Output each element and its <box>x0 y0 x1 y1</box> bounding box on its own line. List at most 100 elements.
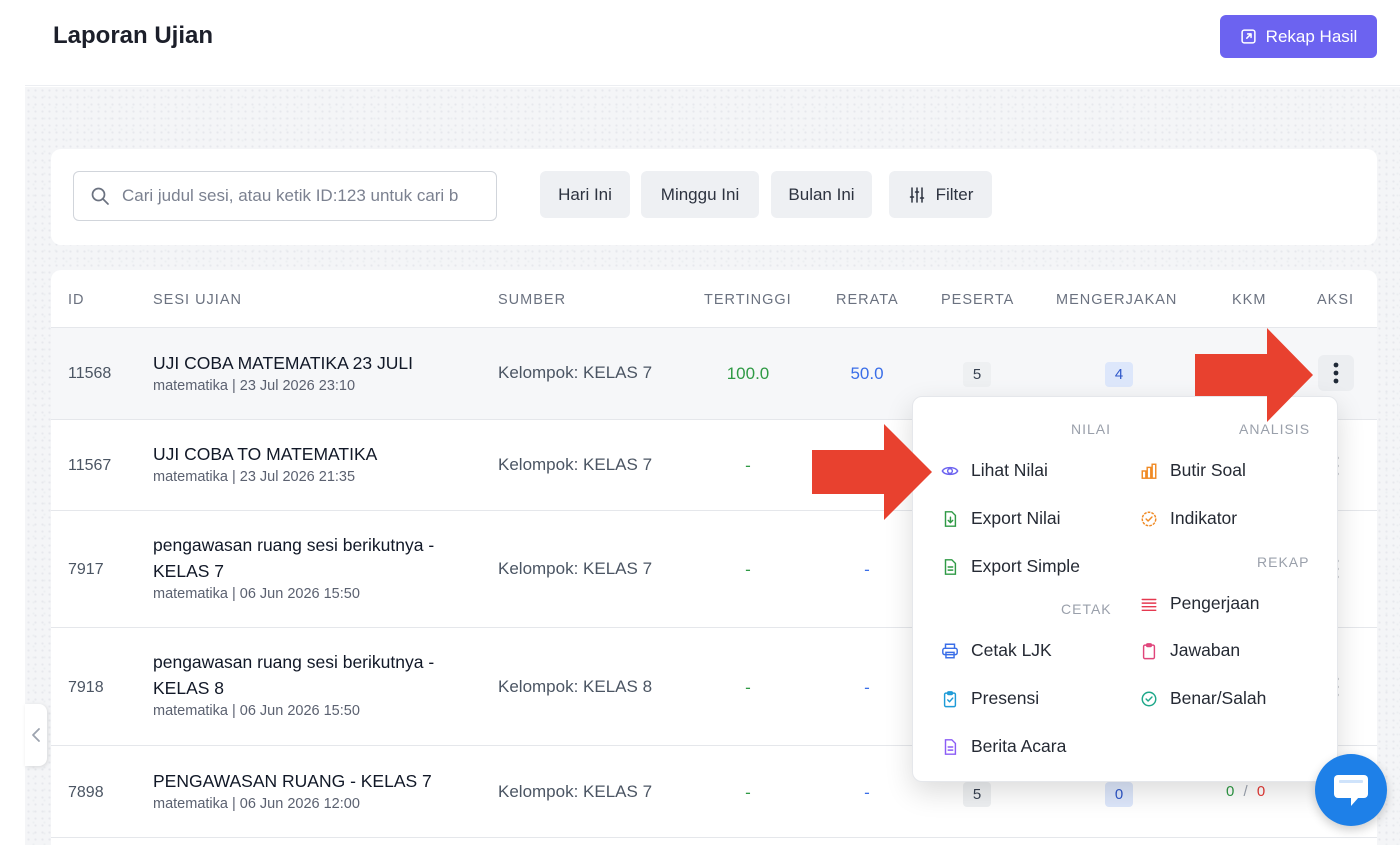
highest-score: - <box>745 560 751 579</box>
eye-icon <box>941 466 959 475</box>
clipboard-check-icon <box>943 690 957 707</box>
external-link-icon <box>1241 29 1256 44</box>
session-meta: matematika | 06 Jun 2026 12:00 <box>153 796 360 812</box>
search-icon <box>91 187 109 205</box>
col-sesi-ujian: SESI UJIAN <box>153 292 242 308</box>
session-title[interactable]: pengawasan ruang sesi berikutnya - KELAS… <box>153 649 473 701</box>
filter-card: Hari Ini Minggu Ini Bulan Ini Filter <box>51 149 1377 245</box>
menu-item-presensi[interactable]: Presensi <box>941 688 1039 709</box>
jawaban-label: Jawaban <box>1170 640 1241 660</box>
participants-badge: 5 <box>963 362 991 387</box>
filter-button[interactable]: Filter <box>889 171 992 218</box>
col-peserta: PESERTA <box>941 292 1015 308</box>
average-score: - <box>864 560 870 579</box>
filter-label: Filter <box>935 184 974 204</box>
indikator-label: Indikator <box>1170 508 1238 528</box>
presensi-label: Presensi <box>971 688 1040 708</box>
menu-item-benar-salah[interactable]: Benar/Salah <box>1140 688 1266 709</box>
col-tertinggi: TERTINGGI <box>704 292 792 308</box>
chip-minggu-ini[interactable]: Minggu Ini <box>641 171 759 218</box>
kkm-value: 0 / 0 <box>1226 783 1265 800</box>
session-title[interactable]: PENGAWASAN RUANG - KELAS 7 <box>153 768 473 794</box>
source: Kelompok: KELAS 7 <box>498 455 653 474</box>
col-aksi: AKSI <box>1317 292 1355 308</box>
menu-heading-cetak: CETAK <box>1061 601 1112 617</box>
menu-item-indikator[interactable]: Indikator <box>1140 508 1237 529</box>
session-meta: matematika | 06 Jun 2026 15:50 <box>153 586 360 602</box>
session-meta: matematika | 23 Jul 2026 23:10 <box>153 378 356 394</box>
search-box[interactable] <box>73 171 497 221</box>
participants-badge: 5 <box>963 782 991 807</box>
export-nilai-label: Export Nilai <box>971 508 1061 528</box>
chip-hari-ini[interactable]: Hari Ini <box>540 171 630 218</box>
menu-heading-nilai: NILAI <box>1071 421 1112 437</box>
list-icon <box>1141 598 1157 611</box>
row-id: 7918 <box>68 679 104 696</box>
row-id: 7917 <box>68 561 104 578</box>
rekap-hasil-label: Rekap Hasil <box>1265 26 1358 46</box>
sidebar-toggle[interactable] <box>25 704 47 766</box>
file-text-icon <box>944 558 957 575</box>
annotation-arrow-right-icon <box>812 424 932 520</box>
col-mengerjakan: MENGERJAKAN <box>1056 292 1178 308</box>
actions-dropdown: NILAI ANALISIS REKAP CETAK Lihat Nilai E… <box>912 396 1338 782</box>
cetak-ljk-label: Cetak LJK <box>971 640 1052 660</box>
session-title[interactable]: UJI COBA MATEMATIKA 23 JULI <box>153 350 473 376</box>
session-cell: PENGAWASAN RUANG - KELAS 7 matematika | … <box>153 768 473 812</box>
badge-check-icon <box>1141 511 1157 526</box>
menu-item-butir-soal[interactable]: Butir Soal <box>1140 460 1246 481</box>
rekap-hasil-button[interactable]: Rekap Hasil <box>1220 15 1377 58</box>
source: Kelompok: KELAS 7 <box>498 782 653 801</box>
source: Kelompok: KELAS 7 <box>498 559 653 578</box>
menu-heading-rekap: REKAP <box>1257 554 1310 570</box>
menu-item-cetak-ljk[interactable]: Cetak LJK <box>941 640 1052 661</box>
chat-bubble-icon <box>1334 775 1368 806</box>
session-cell: pengawasan ruang sesi berikutnya - KELAS… <box>153 532 473 602</box>
pengerjaan-label: Pengerjaan <box>1170 593 1260 613</box>
col-rerata: RERATA <box>836 292 899 308</box>
highest-score: - <box>745 783 751 802</box>
session-title[interactable]: UJI COBA TO MATEMATIKA <box>153 441 473 467</box>
kkm-pass: 0 <box>1226 783 1235 800</box>
menu-item-jawaban[interactable]: Jawaban <box>1140 640 1240 661</box>
highest-score: - <box>745 456 751 475</box>
menu-item-pengerjaan[interactable]: Pengerjaan <box>1140 593 1260 614</box>
top-bar: Laporan Ujian Rekap Hasil <box>25 0 1400 86</box>
bar-chart-icon <box>1141 463 1157 479</box>
lihat-nilai-label: Lihat Nilai <box>971 460 1048 480</box>
check-circle-icon <box>1141 691 1157 706</box>
menu-item-berita-acara[interactable]: Berita Acara <box>941 736 1066 757</box>
chip-bulan-ini[interactable]: Bulan Ini <box>771 171 872 218</box>
benar-salah-label: Benar/Salah <box>1170 688 1267 708</box>
col-sumber: SUMBER <box>498 292 567 308</box>
col-id: ID <box>68 292 85 308</box>
printer-icon <box>942 643 958 658</box>
menu-item-export-nilai[interactable]: Export Nilai <box>941 508 1060 529</box>
chevron-left-icon <box>32 728 40 742</box>
butir-soal-label: Butir Soal <box>1170 460 1246 480</box>
file-download-icon <box>944 510 957 527</box>
kkm-fail: 0 <box>1256 783 1266 800</box>
menu-item-lihat-nilai[interactable]: Lihat Nilai <box>941 460 1048 481</box>
page-title: Laporan Ujian <box>53 22 214 49</box>
row-id: 7898 <box>68 784 104 801</box>
source: Kelompok: KELAS 7 <box>498 363 653 382</box>
session-title[interactable]: pengawasan ruang sesi berikutnya - KELAS… <box>153 532 473 584</box>
session-cell: UJI COBA MATEMATIKA 23 JULI matematika |… <box>153 350 473 394</box>
working-badge: 0 <box>1105 782 1133 807</box>
export-simple-label: Export Simple <box>971 556 1080 576</box>
session-cell: pengawasan ruang sesi berikutnya - KELAS… <box>153 649 473 719</box>
annotation-arrow-right-icon <box>1195 328 1313 422</box>
row-id: 11567 <box>68 457 112 474</box>
col-kkm: KKM <box>1232 292 1267 308</box>
sliders-icon <box>909 186 924 203</box>
menu-heading-analisis: ANALISIS <box>1239 421 1311 437</box>
chat-button[interactable] <box>1315 754 1387 826</box>
average-score: - <box>864 678 870 697</box>
search-input[interactable] <box>122 186 482 206</box>
berita-acara-label: Berita Acara <box>971 736 1067 756</box>
source: Kelompok: KELAS 8 <box>498 677 653 696</box>
menu-item-export-simple[interactable]: Export Simple <box>941 556 1080 577</box>
session-meta: matematika | 06 Jun 2026 15:50 <box>153 703 360 719</box>
kebab-menu-icon <box>1333 362 1339 384</box>
